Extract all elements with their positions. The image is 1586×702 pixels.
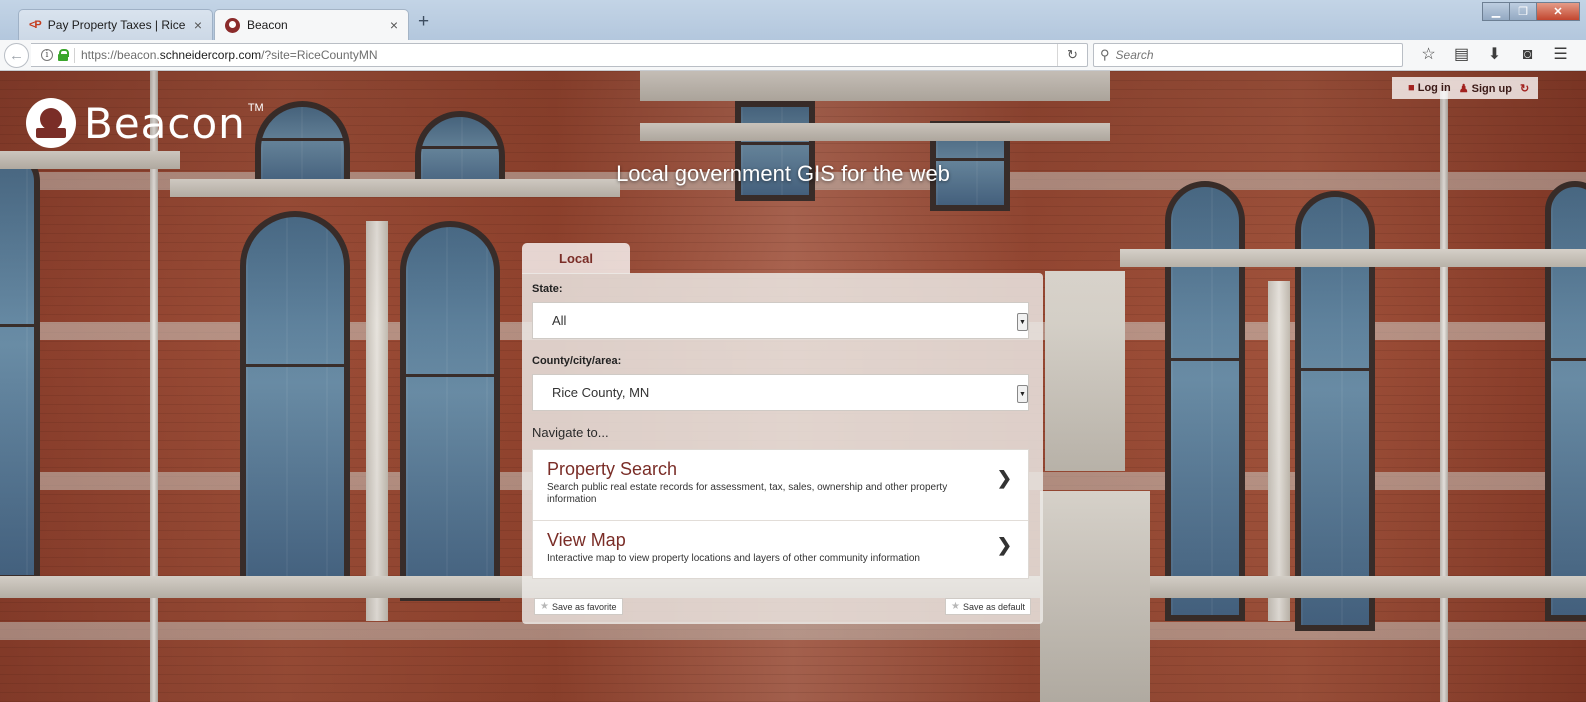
close-window-button[interactable]: ✕ <box>1536 2 1580 21</box>
minimize-button[interactable]: ▁ <box>1482 2 1510 21</box>
state-label: State: <box>532 283 563 295</box>
panel-buttons: ★ Save as favorite ★ Save as default <box>534 598 1031 615</box>
info-icon[interactable]: i <box>41 49 53 61</box>
nav-item-description: Interactive map to view property locatio… <box>547 553 920 564</box>
logo-trademark: TM <box>247 102 264 114</box>
save-favorite-button[interactable]: ★ Save as favorite <box>534 598 623 615</box>
refresh-icon[interactable]: ↻ <box>1520 82 1529 95</box>
browser-search-box[interactable]: ⚲ <box>1093 43 1403 67</box>
state-select[interactable]: All ▼ <box>532 302 1029 339</box>
arrow-left-icon: ← <box>9 47 24 64</box>
page-background: Beacon TM ■ Log in ♟ Sign up ↻ Local gov… <box>0 71 1586 702</box>
tab-title: Pay Property Taxes | Rice C... <box>47 18 187 32</box>
tab-beacon[interactable]: Beacon × <box>214 9 409 40</box>
tab-local[interactable]: Local <box>522 243 630 274</box>
browser-tab-bar: <P Pay Property Taxes | Rice C... × Beac… <box>0 0 1586 40</box>
county-label: County/city/area: <box>532 355 622 367</box>
beacon-logo[interactable]: Beacon TM <box>26 98 264 148</box>
download-icon[interactable]: ⬇ <box>1478 45 1511 65</box>
tab-pay-property-taxes[interactable]: <P Pay Property Taxes | Rice C... × <box>18 9 213 40</box>
view-map-link[interactable]: View Map Interactive map to view propert… <box>533 521 1028 578</box>
back-button[interactable]: ← <box>4 43 29 68</box>
search-icon: ⚲ <box>1100 47 1110 62</box>
search-input[interactable] <box>1115 48 1376 62</box>
pocket-icon[interactable]: ◙ <box>1511 45 1544 65</box>
menu-icon[interactable]: ☰ <box>1544 45 1577 65</box>
page-tagline: Local government GIS for the web <box>616 161 950 186</box>
logo-text: Beacon <box>84 98 246 148</box>
lock-icon <box>58 49 69 61</box>
url-suffix: /?site=RiceCountyMN <box>261 48 378 62</box>
close-tab-icon[interactable]: × <box>194 17 202 33</box>
login-label: Log in <box>1417 82 1451 94</box>
nav-item-title: Property Search <box>547 459 678 479</box>
star-icon: ★ <box>540 601 549 612</box>
url-text[interactable]: https://beacon.schneidercorp.com/?site=R… <box>81 48 1057 62</box>
chevron-right-icon: ❯ <box>996 535 1012 555</box>
lock-icon: ■ <box>1408 82 1415 94</box>
nav-item-title: View Map <box>547 530 626 550</box>
tab-title: Beacon <box>247 18 288 32</box>
save-default-label: Save as default <box>962 601 1025 612</box>
signup-label: Sign up <box>1471 82 1512 95</box>
navigate-list: Property Search Search public real estat… <box>532 449 1029 579</box>
url-bar[interactable]: i https://beacon.schneidercorp.com/?site… <box>31 43 1088 67</box>
toolbar-icons: ☆ ▤ ⬇ ◙ ☰ <box>1412 45 1577 65</box>
property-search-link[interactable]: Property Search Search public real estat… <box>533 450 1028 521</box>
site-selector-panel: State: All ▼ County/city/area: Rice Coun… <box>522 273 1043 624</box>
star-icon: ★ <box>950 601 960 612</box>
beacon-icon <box>225 17 240 33</box>
close-tab-icon[interactable]: × <box>390 17 398 33</box>
dropdown-caret-icon[interactable]: ▼ <box>1017 385 1028 403</box>
reload-icon[interactable]: ↻ <box>1057 44 1087 66</box>
reading-list-icon[interactable]: ▤ <box>1445 45 1478 65</box>
pay-icon: <P <box>29 19 42 31</box>
dropdown-caret-icon[interactable]: ▼ <box>1017 313 1028 331</box>
state-value: All <box>552 313 567 328</box>
new-tab-button[interactable]: + <box>418 11 429 33</box>
maximize-button[interactable]: ❐ <box>1509 2 1537 21</box>
nav-item-description: Search public real estate records for as… <box>547 482 948 505</box>
save-favorite-label: Save as favorite <box>551 601 617 612</box>
county-select[interactable]: Rice County, MN ▼ <box>532 374 1029 411</box>
beacon-logo-icon <box>26 98 76 148</box>
url-domain: schneidercorp.com <box>159 48 262 62</box>
login-link[interactable]: ■ Log in <box>1408 82 1451 94</box>
url-prefix: https://beacon. <box>81 48 160 62</box>
navigate-heading: Navigate to... <box>532 425 609 440</box>
bookmark-star-icon[interactable]: ☆ <box>1412 45 1445 65</box>
url-separator <box>74 47 75 63</box>
signup-link[interactable]: ♟ Sign up <box>1459 82 1512 95</box>
user-icon: ♟ <box>1458 82 1469 95</box>
browser-nav-bar: ← i https://beacon.schneidercorp.com/?si… <box>0 40 1586 71</box>
window-controls: ▁ ❐ ✕ <box>1482 2 1580 21</box>
chevron-right-icon: ❯ <box>996 468 1012 488</box>
account-links: ■ Log in ♟ Sign up ↻ <box>1392 77 1538 99</box>
county-value: Rice County, MN <box>552 385 650 400</box>
save-default-button[interactable]: ★ Save as default <box>944 598 1031 615</box>
